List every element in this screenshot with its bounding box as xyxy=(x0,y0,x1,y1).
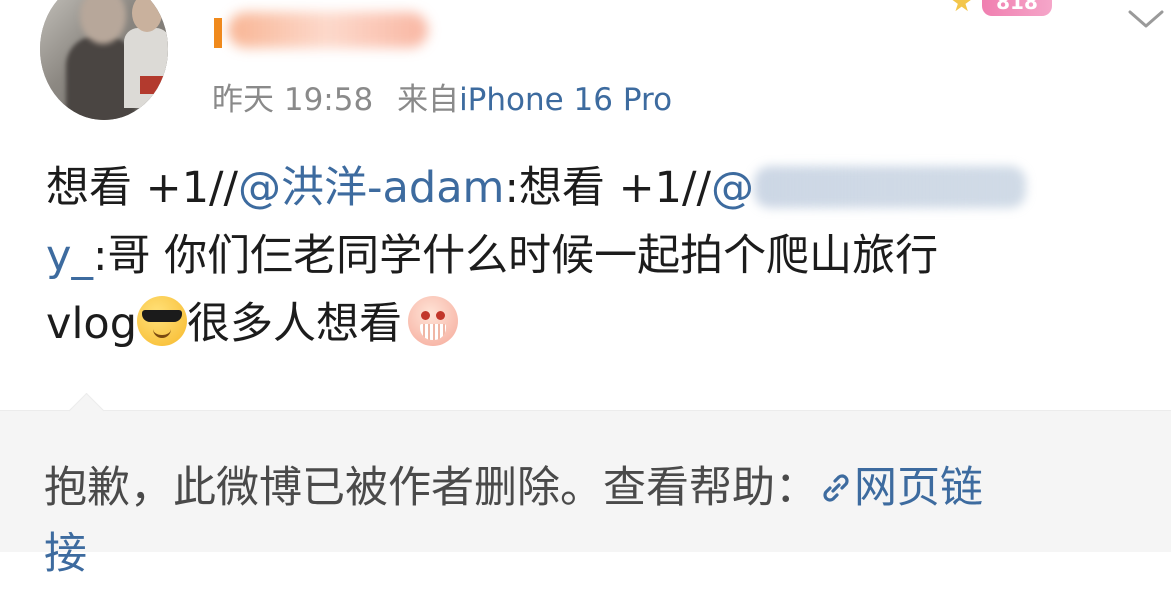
source-link[interactable]: iPhone 16 Pro xyxy=(459,82,672,118)
from-label: 来自 xyxy=(397,82,460,118)
redacted-name xyxy=(753,166,1026,208)
post-time: 昨天 19:58 xyxy=(212,82,374,118)
chevron-down-icon[interactable] xyxy=(1126,6,1166,32)
content-text: vlog xyxy=(46,299,137,349)
help-link-label-cont[interactable]: 接 xyxy=(44,518,87,590)
avatar[interactable] xyxy=(40,0,168,120)
mention-link[interactable]: @洪洋-adam xyxy=(238,163,504,213)
post-meta: 昨天 19:58 来自iPhone 16 Pro xyxy=(212,74,672,119)
member-badge: ★ 818 xyxy=(950,0,1056,20)
sunglasses-emoji xyxy=(137,296,187,346)
content-text: 想看 +1// xyxy=(46,163,239,213)
help-link-label[interactable]: 网页链 xyxy=(854,463,983,513)
post-content: 想看 +1//@洪洋-adam:想看 +1//@ y_:哥 你们仨老同学什么时候一… xyxy=(46,154,1156,358)
star-icon: ★ xyxy=(950,0,974,18)
content-text: :想看 +1// xyxy=(504,163,711,213)
badge-number: 818 xyxy=(982,0,1052,16)
username-redacted[interactable] xyxy=(214,12,440,50)
content-text: :哥 你们仨老同学什么时候一起拍个爬山旅行 xyxy=(92,231,939,281)
deleted-notice: 抱歉，此微博已被作者删除。查看帮助： 网页链 xyxy=(44,452,1164,524)
begging-emoji xyxy=(408,296,458,346)
content-text: 很多人想看 xyxy=(187,299,402,349)
deleted-message: 抱歉，此微博已被作者删除。查看帮助： xyxy=(44,463,818,513)
help-link[interactable]: 网页链 xyxy=(818,463,983,513)
weibo-post: ★ 818 昨天 19:58 来自iPhone 16 Pro 想看 +1//@洪… xyxy=(0,0,1171,410)
link-icon xyxy=(823,474,849,502)
